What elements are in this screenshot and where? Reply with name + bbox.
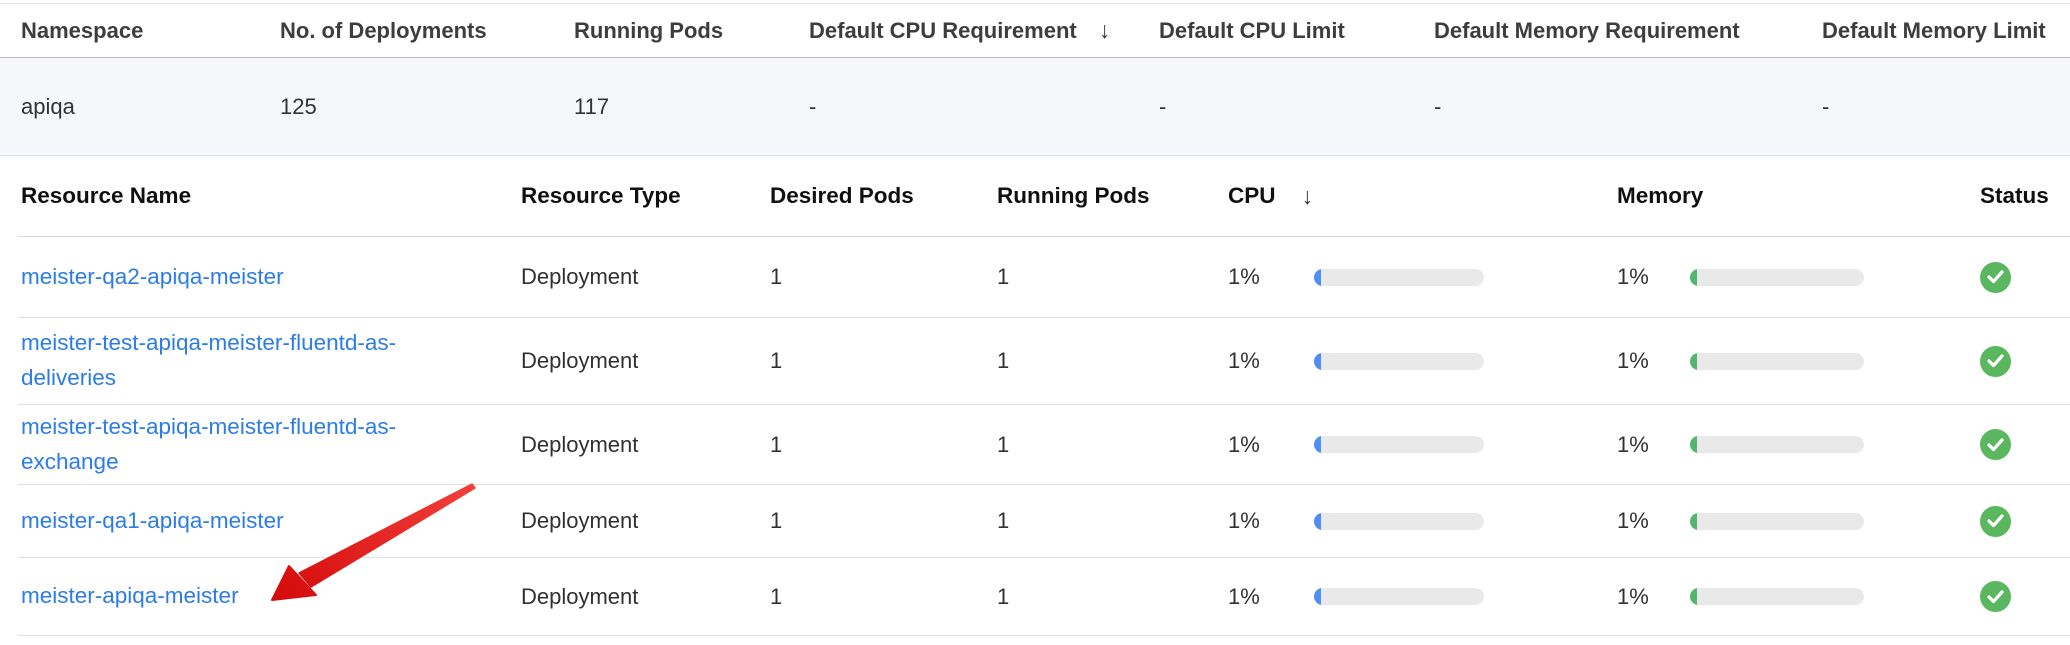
default-cpu-limit-value: - (1159, 94, 1434, 120)
namespace-row-apiqa[interactable]: apiqa 125 117 - - - - (0, 58, 2070, 156)
status-healthy-icon (1980, 506, 2011, 537)
default-memory-limit-value: - (1822, 94, 2070, 120)
resource-link[interactable]: meister-qa2-apiqa-meister (21, 260, 284, 295)
resources-table: Resource Name Resource Type Desired Pods… (18, 156, 2070, 636)
cpu-usage-bar (1314, 353, 1484, 370)
column-header-namespace[interactable]: Namespace (21, 18, 280, 44)
desired-pods: 1 (770, 348, 997, 374)
memory-usage-bar (1690, 513, 1864, 530)
resource-type: Deployment (521, 584, 770, 610)
memory-usage-bar (1690, 353, 1864, 370)
namespace-summary-table: Namespace No. of Deployments Running Pod… (0, 3, 2070, 156)
memory-usage: 1% (1617, 584, 1980, 610)
column-header-resource-type[interactable]: Resource Type (521, 183, 770, 209)
memory-percent: 1% (1617, 348, 1690, 374)
resource-row: meister-test-apiqa-meister-fluentd-as-ex… (18, 405, 2070, 485)
running-pods: 1 (997, 348, 1228, 374)
memory-usage-bar (1690, 269, 1864, 286)
column-header-default-memory-requirement[interactable]: Default Memory Requirement (1434, 18, 1822, 44)
column-header-default-memory-limit[interactable]: Default Memory Limit (1822, 18, 2070, 44)
memory-usage: 1% (1617, 432, 1980, 458)
cpu-usage: 1% (1228, 264, 1617, 290)
column-header-cpu[interactable]: CPU ↓ (1228, 183, 1617, 209)
resource-link-meister-apiqa-meister[interactable]: meister-apiqa-meister (21, 579, 239, 614)
column-header-default-cpu-requirement[interactable]: Default CPU Requirement ↓ (809, 18, 1159, 44)
cpu-percent: 1% (1228, 432, 1314, 458)
cpu-usage-bar (1314, 436, 1484, 453)
running-pods-count: 117 (574, 94, 809, 120)
desired-pods: 1 (770, 264, 997, 290)
resource-type: Deployment (521, 264, 770, 290)
resource-row: meister-qa1-apiqa-meister Deployment 1 1… (18, 485, 2070, 558)
deployments-count: 125 (280, 94, 574, 120)
memory-usage-bar (1690, 588, 1864, 605)
sort-descending-icon[interactable]: ↓ (1302, 185, 1314, 208)
resource-row: meister-qa2-apiqa-meister Deployment 1 1… (18, 237, 2070, 318)
column-header-deployments[interactable]: No. of Deployments (280, 18, 574, 44)
memory-percent: 1% (1617, 584, 1690, 610)
memory-percent: 1% (1617, 508, 1690, 534)
status-healthy-icon (1980, 262, 2011, 293)
memory-usage: 1% (1617, 264, 1980, 290)
desired-pods: 1 (770, 584, 997, 610)
cpu-percent: 1% (1228, 348, 1314, 374)
desired-pods: 1 (770, 432, 997, 458)
namespace-detail-page: Namespace No. of Deployments Running Pod… (0, 3, 2070, 645)
status-healthy-icon (1980, 581, 2011, 612)
running-pods: 1 (997, 264, 1228, 290)
resource-type: Deployment (521, 348, 770, 374)
resource-link[interactable]: meister-test-apiqa-meister-fluentd-as-ex… (21, 410, 431, 480)
column-header-label: CPU (1228, 183, 1276, 209)
namespace-name: apiqa (21, 94, 280, 120)
column-header-running-pods[interactable]: Running Pods (574, 18, 809, 44)
running-pods: 1 (997, 432, 1228, 458)
memory-percent: 1% (1617, 432, 1690, 458)
column-header-running-pods[interactable]: Running Pods (997, 183, 1228, 209)
default-cpu-requirement-value: - (809, 94, 1159, 120)
cpu-percent: 1% (1228, 584, 1314, 610)
resource-row: meister-apiqa-meister Deployment 1 1 1% … (18, 558, 2070, 636)
cpu-percent: 1% (1228, 264, 1314, 290)
status-healthy-icon (1980, 346, 2011, 377)
cpu-usage-bar (1314, 269, 1484, 286)
resources-table-header-row: Resource Name Resource Type Desired Pods… (18, 156, 2070, 237)
sort-descending-icon[interactable]: ↓ (1099, 19, 1111, 42)
column-header-label: Default CPU Requirement (809, 18, 1077, 44)
memory-usage: 1% (1617, 348, 1980, 374)
cpu-usage: 1% (1228, 584, 1617, 610)
namespace-table-header-row: Namespace No. of Deployments Running Pod… (0, 4, 2070, 58)
cpu-usage: 1% (1228, 348, 1617, 374)
memory-usage: 1% (1617, 508, 1980, 534)
memory-usage-bar (1690, 436, 1864, 453)
resource-type: Deployment (521, 432, 770, 458)
column-header-resource-name[interactable]: Resource Name (21, 183, 521, 209)
memory-percent: 1% (1617, 264, 1690, 290)
column-header-memory[interactable]: Memory (1617, 183, 1980, 209)
resource-row: meister-test-apiqa-meister-fluentd-as-de… (18, 318, 2070, 405)
resource-link[interactable]: meister-qa1-apiqa-meister (21, 504, 284, 539)
desired-pods: 1 (770, 508, 997, 534)
resource-type: Deployment (521, 508, 770, 534)
default-memory-requirement-value: - (1434, 94, 1822, 120)
cpu-usage: 1% (1228, 508, 1617, 534)
running-pods: 1 (997, 584, 1228, 610)
cpu-usage: 1% (1228, 432, 1617, 458)
cpu-usage-bar (1314, 513, 1484, 530)
cpu-usage-bar (1314, 588, 1484, 605)
column-header-desired-pods[interactable]: Desired Pods (770, 183, 997, 209)
cpu-percent: 1% (1228, 508, 1314, 534)
resource-link[interactable]: meister-test-apiqa-meister-fluentd-as-de… (21, 326, 431, 396)
status-healthy-icon (1980, 429, 2011, 460)
column-header-default-cpu-limit[interactable]: Default CPU Limit (1159, 18, 1434, 44)
running-pods: 1 (997, 508, 1228, 534)
column-header-status[interactable]: Status (1980, 183, 2070, 209)
